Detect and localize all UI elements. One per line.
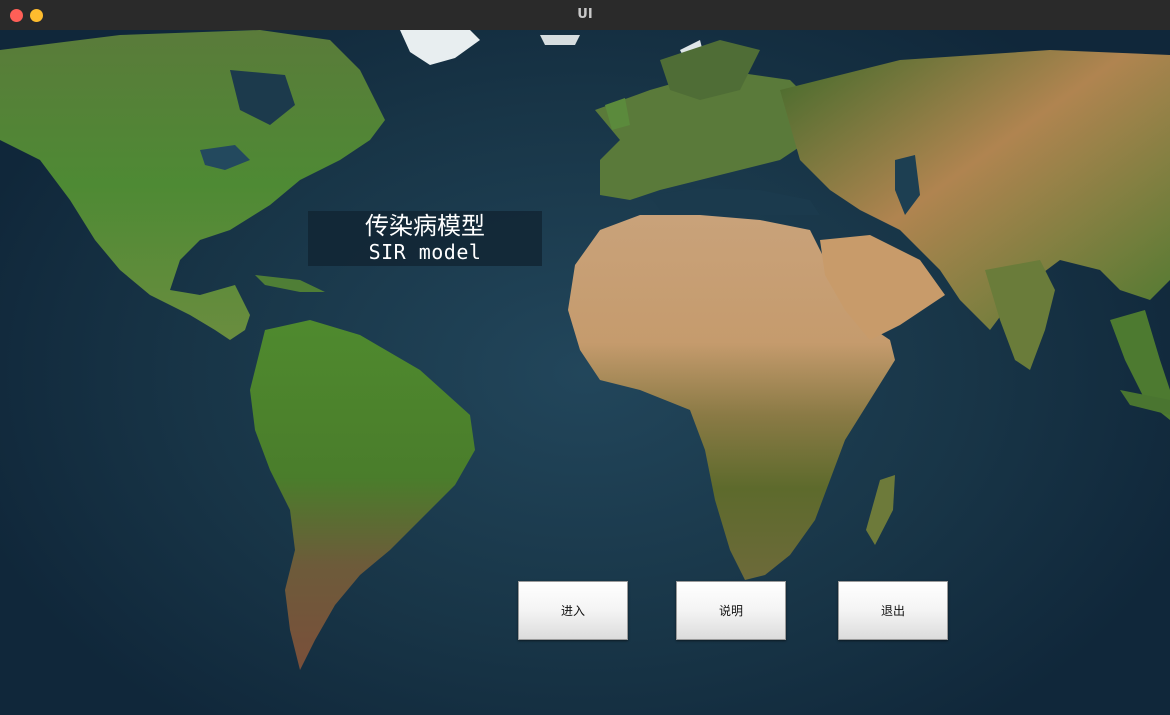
title-english: SIR model	[368, 240, 482, 264]
madagascar-shape	[866, 475, 895, 545]
mediterranean-shape	[650, 188, 820, 215]
north-ice-shape	[540, 35, 580, 45]
enter-button[interactable]: 进入	[518, 581, 628, 640]
title-chinese: 传染病模型	[365, 212, 485, 240]
greenland-shape	[400, 30, 480, 65]
title-panel: 传染病模型 SIR model	[308, 211, 542, 266]
quit-button[interactable]: 退出	[838, 581, 948, 640]
north-america-shape	[0, 30, 385, 340]
help-button[interactable]: 说明	[676, 581, 786, 640]
window-title: UI	[577, 7, 593, 22]
caribbean-shape	[255, 275, 325, 292]
window-titlebar: UI	[0, 0, 1170, 31]
south-america-shape	[250, 320, 475, 670]
